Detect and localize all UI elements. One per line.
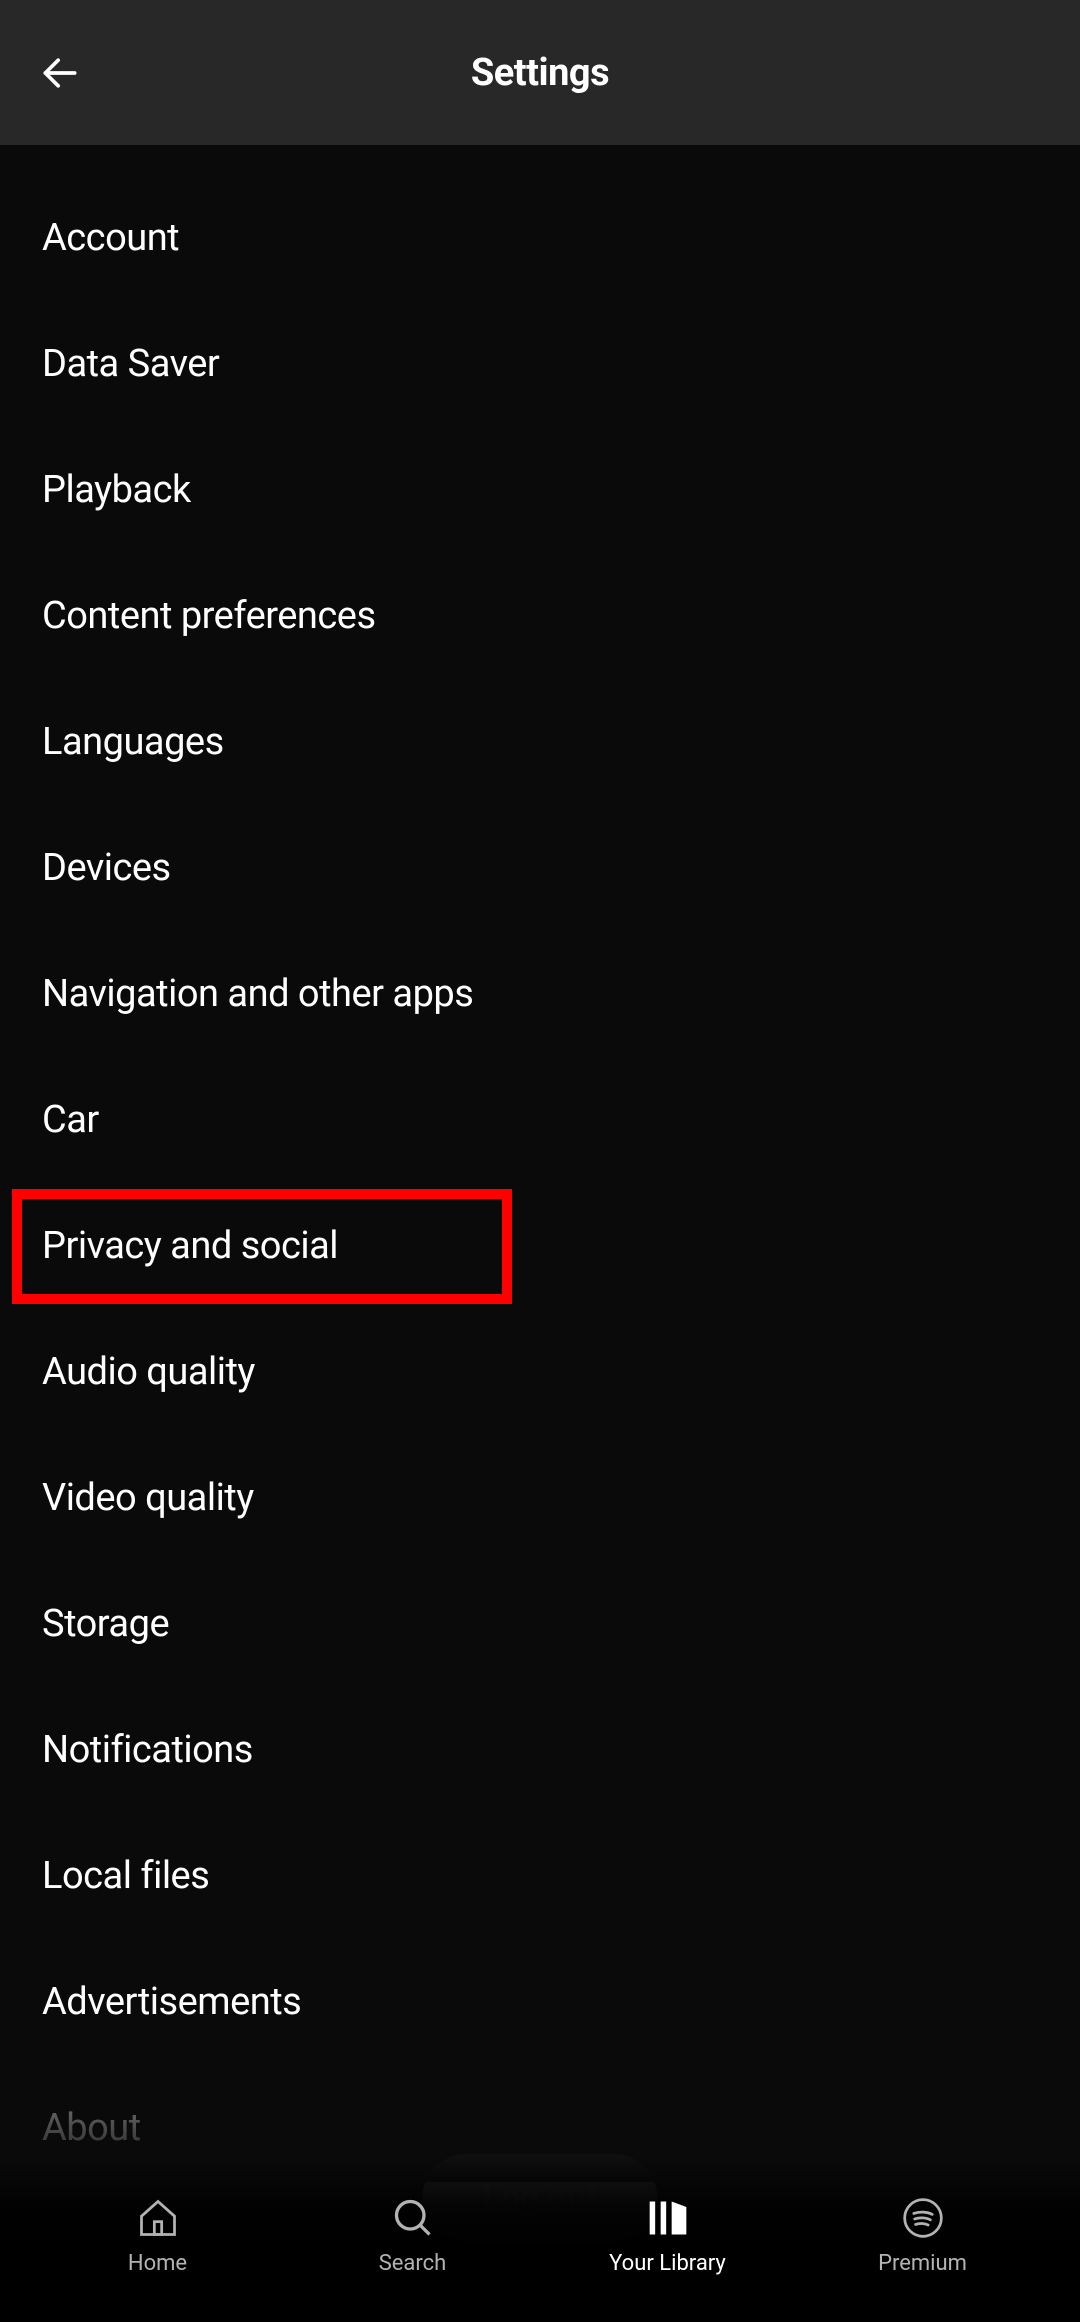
settings-item-audio-quality[interactable]: Audio quality (0, 1309, 1080, 1435)
home-icon (133, 2193, 183, 2243)
nav-premium[interactable]: Premium (823, 2193, 1023, 2276)
settings-item-label: Video quality (42, 1476, 254, 1520)
settings-item-label: Content preferences (42, 594, 376, 638)
search-icon (388, 2193, 438, 2243)
settings-item-notifications[interactable]: Notifications (0, 1687, 1080, 1813)
settings-item-label: Privacy and social (42, 1224, 338, 1268)
settings-item-car[interactable]: Car (0, 1057, 1080, 1183)
settings-item-video-quality[interactable]: Video quality (0, 1435, 1080, 1561)
settings-item-playback[interactable]: Playback (0, 427, 1080, 553)
settings-item-label: Navigation and other apps (42, 972, 473, 1016)
library-icon (643, 2193, 693, 2243)
settings-item-data-saver[interactable]: Data Saver (0, 301, 1080, 427)
nav-label: Premium (878, 2251, 967, 2276)
settings-list-container: Account Data Saver Playback Content pref… (0, 145, 1080, 2322)
settings-item-label: Playback (42, 468, 191, 512)
page-title: Settings (0, 51, 1080, 95)
nav-label: Search (379, 2251, 447, 2276)
settings-list: Account Data Saver Playback Content pref… (0, 145, 1080, 2191)
settings-item-label: Languages (42, 720, 224, 764)
settings-item-label: Local files (42, 1854, 209, 1898)
settings-item-local-files[interactable]: Local files (0, 1813, 1080, 1939)
spotify-icon (898, 2193, 948, 2243)
settings-item-label: Account (42, 216, 179, 260)
settings-item-privacy-social[interactable]: Privacy and social (0, 1183, 1080, 1309)
settings-item-label: Data Saver (42, 342, 219, 386)
settings-item-account[interactable]: Account (0, 175, 1080, 301)
settings-item-label: Storage (42, 1602, 169, 1646)
nav-your-library[interactable]: Your Library (568, 2193, 768, 2276)
settings-item-advertisements[interactable]: Advertisements (0, 1939, 1080, 2065)
header-bar: Settings (0, 0, 1080, 145)
settings-item-label: Car (42, 1098, 99, 1142)
settings-item-content-preferences[interactable]: Content preferences (0, 553, 1080, 679)
bottom-nav: Home Search Your Library (0, 2157, 1080, 2322)
settings-item-label: Notifications (42, 1728, 253, 1772)
arrow-left-icon (38, 51, 82, 95)
nav-home[interactable]: Home (58, 2193, 258, 2276)
settings-item-storage[interactable]: Storage (0, 1561, 1080, 1687)
settings-item-label: Advertisements (42, 1980, 301, 2024)
settings-item-label: Devices (42, 846, 171, 890)
nav-search[interactable]: Search (313, 2193, 513, 2276)
settings-item-navigation[interactable]: Navigation and other apps (0, 931, 1080, 1057)
settings-item-label: Audio quality (42, 1350, 255, 1394)
back-button[interactable] (30, 43, 90, 103)
settings-item-label: About (42, 2106, 141, 2150)
nav-label: Your Library (609, 2251, 726, 2276)
settings-item-devices[interactable]: Devices (0, 805, 1080, 931)
nav-label: Home (128, 2251, 187, 2276)
settings-item-languages[interactable]: Languages (0, 679, 1080, 805)
